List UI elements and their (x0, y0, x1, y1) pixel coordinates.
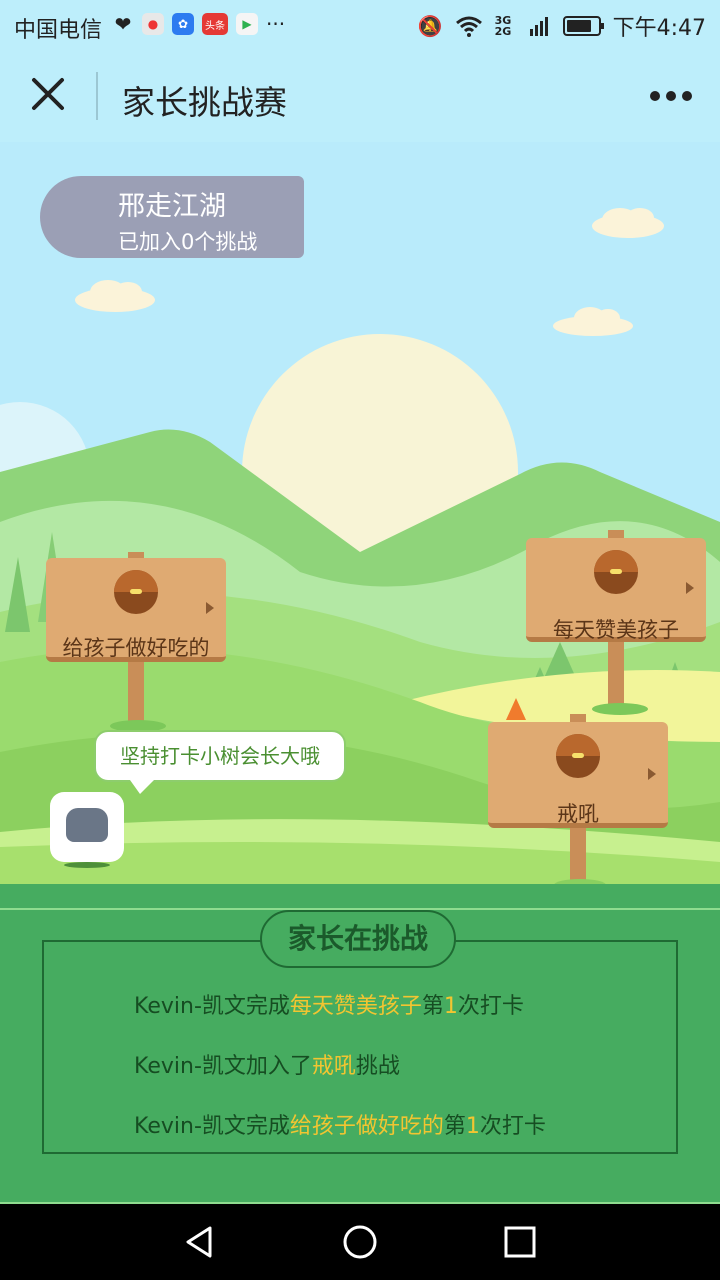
grass-tuft (554, 879, 606, 884)
challenge-sign-cook[interactable]: 给孩子做好吃的 (46, 552, 226, 732)
feed-text: 挑战 (355, 1054, 400, 1079)
sign-label: 给孩子做好吃的 (62, 636, 210, 660)
page-title: 家长挑战赛 (122, 83, 287, 122)
sign-label: 戒吼 (557, 802, 599, 826)
user-name: 邢走江湖 (118, 191, 226, 222)
wifi-icon (455, 16, 482, 37)
feed-item: Kevin-凯文完成每天赞美孩子第1次打卡 (134, 988, 524, 1020)
feed-count: 1 (465, 1114, 480, 1139)
feed-text: 次打卡 (457, 994, 524, 1019)
map-pin-icon: ● (142, 13, 164, 35)
feed-item: Kevin-凯文加入了戒吼挑战 (134, 1048, 400, 1080)
arrow-right-icon (648, 768, 656, 780)
network-type: 3G 2G (494, 14, 512, 38)
challenge-emblem-icon (114, 570, 158, 614)
more-notifications: ··· (266, 12, 286, 36)
speech-bubble: 坚持打卡小树会长大哦 (94, 730, 346, 794)
feed-text: 次打卡 (479, 1114, 546, 1139)
joined-count: 已加入0个挑战 (118, 230, 258, 254)
feed-count: 1 (443, 994, 458, 1019)
feed-text: 第 (443, 1114, 466, 1139)
signal-icon (529, 17, 548, 36)
feed-text: 第 (421, 994, 444, 1019)
more-icon[interactable] (650, 84, 694, 108)
heart-rate-icon: ❤ (114, 12, 132, 36)
challenge-scene: 邢走江湖 已加入0个挑战 给孩子做好吃的 每天赞美孩子 戒吼 坚持打卡小树会长大… (0, 142, 720, 884)
user-profile-pill[interactable]: 邢走江湖 已加入0个挑战 (40, 176, 304, 258)
feed-text: Kevin-凯文完成 (134, 1114, 290, 1139)
sign-label: 每天赞美孩子 (553, 618, 679, 642)
close-icon[interactable] (28, 74, 68, 114)
recents-icon[interactable] (500, 1222, 540, 1262)
feed-text: Kevin-凯文加入了 (134, 1054, 312, 1079)
home-icon[interactable] (340, 1222, 380, 1262)
feed-challenge-name: 每天赞美孩子 (289, 994, 422, 1019)
challenge-emblem-icon (594, 550, 638, 594)
notification-icons: ❤ ● ✿ 头条 ▶ ··· (112, 12, 285, 36)
feed-challenge-name: 戒吼 (311, 1054, 356, 1079)
feed-heading: 家长在挑战 (260, 910, 456, 968)
system-nav-bar (0, 1204, 720, 1280)
arrow-right-icon (206, 602, 214, 614)
feed-challenge-name: 给孩子做好吃的 (289, 1114, 444, 1139)
arrow-right-icon (686, 582, 694, 594)
status-bar: 中国电信 ❤ ● ✿ 头条 ▶ ··· 🔕 3G 2G 下午4:47 (0, 0, 720, 50)
nav-bar: 家长挑战赛 (0, 50, 720, 142)
nav-divider (96, 72, 98, 120)
back-icon[interactable] (180, 1222, 220, 1262)
challenge-emblem-icon (556, 734, 600, 778)
status-time: 下午4:47 (612, 16, 706, 41)
mascot-elephant-icon[interactable] (50, 792, 124, 868)
carrier-name: 中国电信 (14, 18, 103, 43)
news-icon: 头条 (202, 13, 228, 35)
feed-item: Kevin-凯文完成给孩子做好吃的第1次打卡 (134, 1108, 546, 1140)
challenge-sign-praise[interactable]: 每天赞美孩子 (526, 530, 706, 720)
video-play-icon: ▶ (236, 13, 258, 35)
challenge-feed-panel: 家长在挑战 Kevin-凯文完成每天赞美孩子第1次打卡 Kevin-凯文加入了戒… (0, 884, 720, 1204)
challenge-sign-no-yelling[interactable]: 戒吼 (488, 714, 668, 884)
paw-icon: ✿ (172, 13, 194, 35)
battery-icon (562, 16, 604, 36)
mute-icon: 🔕 (417, 14, 443, 38)
feed-text: Kevin-凯文完成 (134, 994, 290, 1019)
